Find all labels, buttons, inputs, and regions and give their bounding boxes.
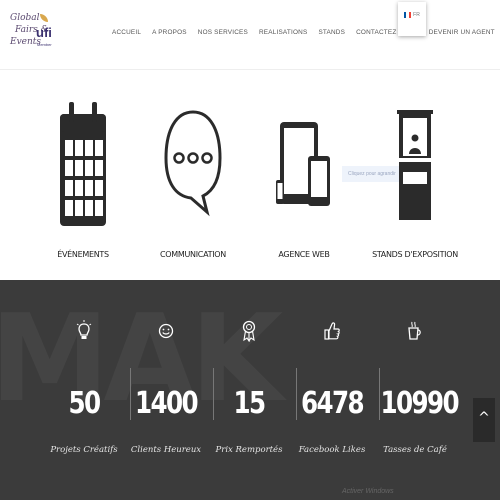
service-label-stands: STANDS D'EXPOSITION <box>372 250 458 259</box>
logo-ufi-badge: ufi <box>36 25 52 40</box>
stat-prix-remportes: 15 Prix Remportés <box>207 316 291 455</box>
service-label-evenements: ÉVÉNEMENTS <box>57 250 109 259</box>
site-header: Global Fairs & Events ufi Member ACCUEIL… <box>0 0 500 70</box>
site-logo[interactable]: Global Fairs & Events ufi Member <box>10 12 52 60</box>
service-evenements[interactable]: ÉVÉNEMENTS <box>28 100 138 259</box>
language-code: FR <box>413 12 420 18</box>
logo-ufi-member: Member <box>37 42 52 47</box>
footer-ghost-text: Activer Windows <box>342 488 394 495</box>
stat-number: 1400 <box>135 386 199 421</box>
language-switcher[interactable]: FR <box>398 2 426 36</box>
stat-tasses-de-cafe: 10990 Tasses de Café <box>373 316 460 455</box>
stat-caption: Prix Remportés <box>215 445 283 455</box>
smiley-icon <box>124 316 208 346</box>
thumbs-up-icon <box>290 316 374 346</box>
nav-item-stands[interactable]: STANDS <box>318 29 345 36</box>
stat-caption: Clients Heureux <box>130 445 202 455</box>
calendar-icon <box>60 102 106 226</box>
nav-item-devenir-agent[interactable]: DEVENIR UN AGENT <box>429 29 495 36</box>
service-label-agence-web: AGENCE WEB <box>278 250 330 259</box>
stats-section: MAK 50 Projets Créatifs 1400 Clients Heu… <box>0 280 500 500</box>
lightbulb-icon <box>42 316 126 346</box>
stat-number: 6478 <box>301 386 365 421</box>
service-communication[interactable]: COMMUNICATION <box>138 100 248 259</box>
stat-number: 50 <box>68 386 102 421</box>
nav-item-nos-services[interactable]: NOS SERVICES <box>198 29 248 36</box>
stat-number: 15 <box>233 386 267 421</box>
logo-leaf-icon <box>40 14 48 22</box>
chat-bubble-icon <box>164 110 222 217</box>
nav-item-accueil[interactable]: ACCUEIL <box>112 29 141 36</box>
exhibition-stand-icon <box>397 110 433 220</box>
logo-text-line1: Global <box>10 13 40 23</box>
stat-caption: Projets Créatifs <box>50 445 118 455</box>
stat-facebook-likes: 6478 Facebook Likes <box>290 316 374 455</box>
stat-clients-heureux: 1400 Clients Heureux <box>124 316 208 455</box>
french-flag-icon <box>404 12 412 18</box>
scroll-to-top-button[interactable]: ^ <box>473 398 495 442</box>
award-ribbon-icon <box>207 316 291 346</box>
service-stands-exposition[interactable]: STANDS D'EXPOSITION <box>360 100 470 259</box>
service-agence-web[interactable]: AGENCE WEB <box>249 100 359 259</box>
services-section: Cliquez pour agrandir ÉVÉNEMENTS COMMUNI… <box>0 70 500 280</box>
coffee-cup-icon <box>373 316 457 346</box>
service-label-communication: COMMUNICATION <box>160 250 226 259</box>
stat-caption: Tasses de Café <box>383 445 447 455</box>
nav-item-realisations[interactable]: REALISATIONS <box>259 29 307 36</box>
stat-projets-creatifs: 50 Projets Créatifs <box>42 316 126 455</box>
stat-caption: Facebook Likes <box>298 445 366 455</box>
devices-icon <box>276 122 330 206</box>
main-nav: ACCUEIL A PROPOS NOS SERVICES REALISATIO… <box>112 29 500 36</box>
stat-number: 10990 <box>380 386 460 421</box>
nav-item-a-propos[interactable]: A PROPOS <box>152 29 187 36</box>
